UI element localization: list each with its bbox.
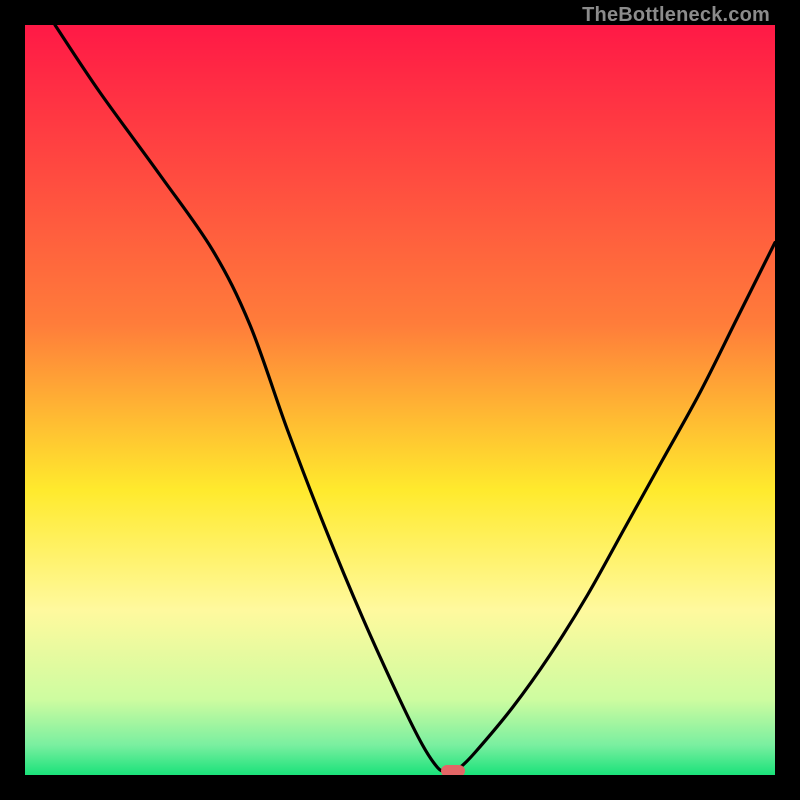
chart-frame: TheBottleneck.com: [0, 0, 800, 800]
bottleneck-curve: [25, 25, 775, 775]
plot-area: [25, 25, 775, 775]
optimal-marker: [441, 765, 465, 775]
watermark: TheBottleneck.com: [582, 4, 770, 27]
